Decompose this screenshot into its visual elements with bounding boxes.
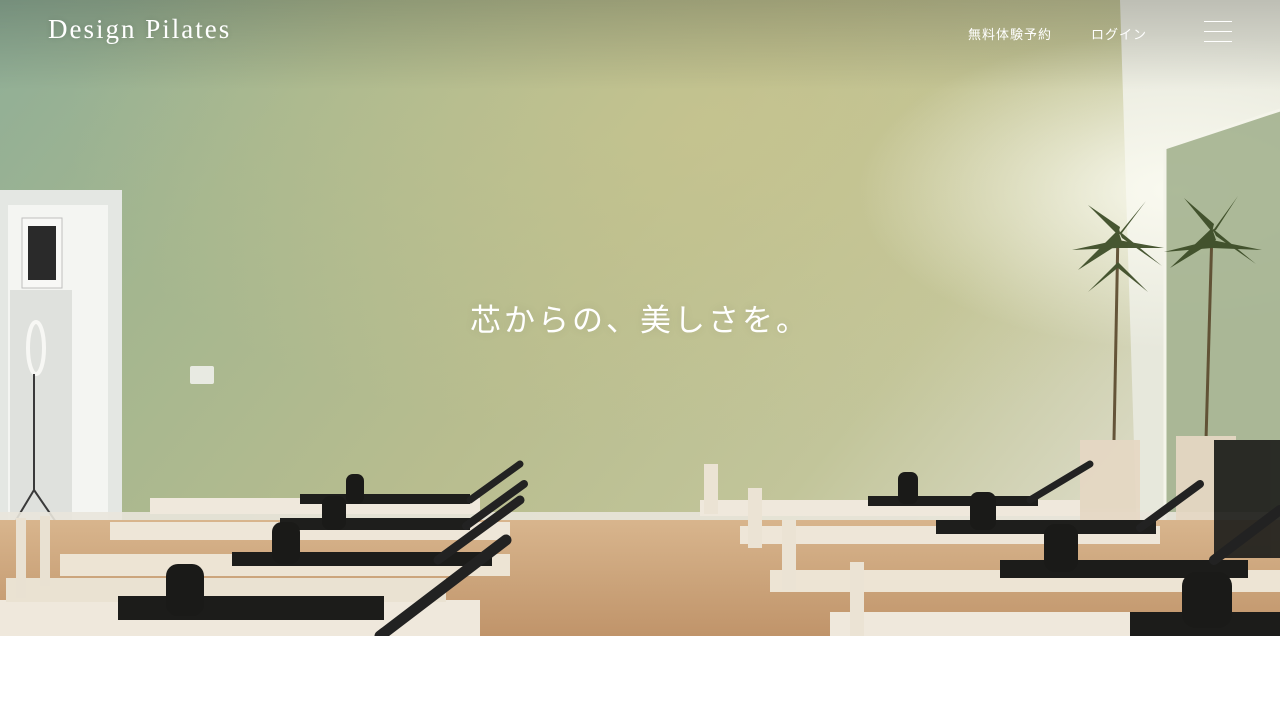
site-header: Design Pilates 無料体験予約 ログイン — [0, 0, 1280, 66]
hamburger-menu-icon[interactable] — [1200, 18, 1236, 46]
menu-line — [1204, 41, 1232, 42]
hero-tagline: 芯からの、美しさを。 — [470, 303, 810, 339]
below-hero-area — [0, 636, 1280, 720]
site-logo[interactable]: Design Pilates — [48, 14, 231, 45]
nav-free-trial-link[interactable]: 無料体験予約 — [968, 24, 1052, 43]
menu-line — [1204, 31, 1232, 32]
menu-line — [1204, 21, 1232, 22]
hero-section: 芯からの、美しさを。 — [0, 0, 1280, 636]
nav-login-link[interactable]: ログイン — [1091, 24, 1147, 43]
page: 芯からの、美しさを。 Design Pilates 無料体験予約 ログイン — [0, 0, 1280, 720]
